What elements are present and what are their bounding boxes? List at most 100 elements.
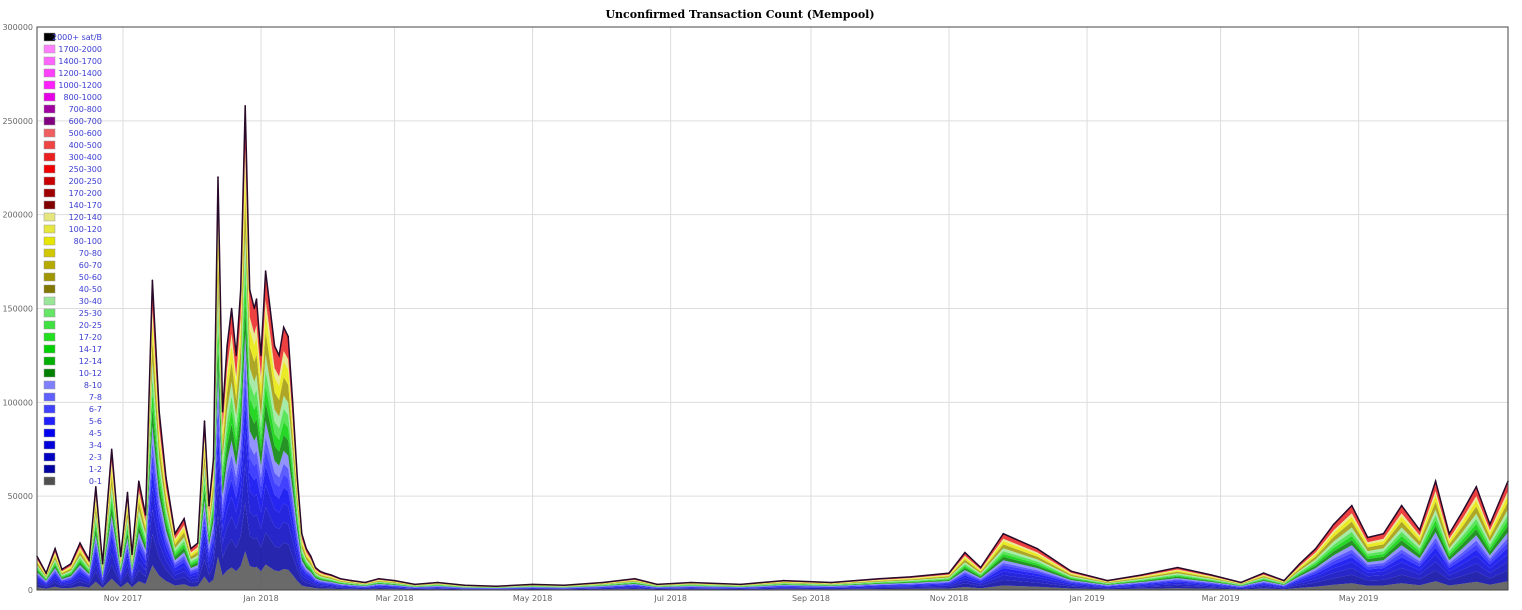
- legend-label: 0-1: [89, 477, 102, 486]
- legend-item[interactable]: 1700-2000: [43, 44, 102, 54]
- legend-swatch: [43, 200, 56, 210]
- total-point: [287, 335, 290, 338]
- total-point: [244, 105, 246, 107]
- total-point: [126, 491, 129, 494]
- legend-label: 1200-1400: [58, 69, 102, 78]
- total-point: [291, 401, 294, 404]
- legend-item[interactable]: 600-700: [43, 116, 102, 126]
- legend-swatch: [43, 452, 56, 462]
- total-point: [264, 270, 267, 272]
- total-point: [783, 579, 785, 582]
- legend-item[interactable]: 1200-1400: [43, 68, 102, 78]
- total-point: [158, 410, 160, 413]
- x-tick-label: May 2018: [513, 594, 552, 603]
- legend-item[interactable]: 400-500: [43, 140, 102, 150]
- total-point: [531, 583, 534, 586]
- legend-item[interactable]: 800-1000: [43, 92, 102, 102]
- legend-swatch: [43, 152, 56, 162]
- legend-label: 1400-1700: [58, 57, 102, 66]
- total-point: [690, 581, 692, 584]
- x-tick-label: Jan 2019: [1068, 594, 1104, 603]
- legend-swatch: [43, 44, 56, 54]
- total-point: [364, 581, 366, 584]
- legend-label: 800-1000: [63, 93, 102, 102]
- total-point: [1283, 579, 1285, 582]
- chart-title: Unconfirmed Transaction Count (Mempool): [605, 8, 874, 21]
- legend-swatch: [43, 404, 56, 414]
- legend-swatch: [43, 392, 56, 402]
- legend-item[interactable]: 500-600: [43, 128, 102, 138]
- y-tick-label: 150000: [2, 305, 33, 314]
- legend-item[interactable]: 170-200: [43, 188, 102, 198]
- total-point: [95, 486, 97, 488]
- total-point: [1366, 536, 1369, 539]
- legend-item[interactable]: 80-100: [43, 236, 102, 246]
- legend-swatch: [43, 116, 56, 126]
- total-point: [656, 583, 658, 586]
- legend-label: 20-25: [79, 321, 102, 330]
- legend-item[interactable]: 100-120: [43, 224, 102, 234]
- total-point: [319, 570, 321, 572]
- legend-label: 4-5: [89, 429, 102, 438]
- x-tick-label: Nov 2017: [104, 594, 143, 603]
- legend-label: 300-400: [69, 153, 102, 162]
- total-point: [563, 584, 566, 587]
- total-point: [119, 555, 122, 557]
- legend-swatch: [43, 368, 56, 378]
- total-point: [230, 307, 233, 310]
- y-axis-ticks: 0 50000 100000 150000 200000 250000 300000: [2, 23, 33, 595]
- total-point: [203, 420, 206, 422]
- y-tick-label: 0: [28, 586, 33, 595]
- legend-item[interactable]: 1400-1700: [43, 56, 102, 66]
- x-tick-label: Sep 2018: [792, 594, 830, 603]
- total-point: [1002, 532, 1005, 535]
- legend-swatch: [43, 176, 56, 186]
- total-point: [414, 583, 416, 586]
- total-point: [144, 514, 147, 516]
- legend-swatch: [43, 128, 56, 138]
- total-point: [830, 581, 833, 584]
- legend-item[interactable]: 1000-1200: [43, 80, 102, 90]
- legend-item[interactable]: 200-250: [43, 176, 102, 186]
- total-point: [1434, 480, 1437, 483]
- total-point: [377, 577, 380, 580]
- chart-svg: Unconfirmed Transaction Count (Mempool) …: [2, 8, 1509, 603]
- legend-swatch: [43, 260, 56, 270]
- total-point: [495, 585, 498, 587]
- legend-item[interactable]: 120-140: [43, 212, 102, 222]
- total-point: [330, 574, 333, 576]
- legend-swatch: [43, 428, 56, 438]
- x-tick-label: Jan 2018: [242, 594, 278, 603]
- legend-item[interactable]: 140-170: [43, 200, 102, 210]
- legend-item[interactable]: 300-400: [43, 152, 102, 162]
- total-point: [310, 555, 312, 557]
- legend-item[interactable]: 2000+ sat/B: [43, 32, 102, 42]
- total-point: [273, 345, 276, 347]
- total-point: [1262, 572, 1265, 574]
- total-point: [1448, 532, 1450, 535]
- legend-label: 170-200: [69, 189, 102, 198]
- total-point: [61, 568, 63, 571]
- legend-item[interactable]: 250-300: [43, 164, 102, 174]
- total-point: [1489, 523, 1491, 526]
- total-point: [350, 579, 353, 582]
- legend-swatch: [43, 236, 56, 246]
- legend-label: 100-120: [69, 225, 102, 234]
- total-point: [138, 480, 140, 483]
- legend-label: 1-2: [89, 465, 102, 474]
- total-point: [1106, 579, 1109, 582]
- legend-swatch: [43, 92, 56, 102]
- total-point: [1036, 547, 1039, 550]
- legend-item[interactable]: 700-800: [43, 104, 102, 114]
- total-point: [1418, 529, 1421, 531]
- total-point: [1351, 504, 1353, 507]
- legend-label: 14-17: [79, 345, 102, 354]
- total-point: [45, 572, 47, 574]
- legend-label: 250-300: [69, 165, 102, 174]
- total-point: [1382, 532, 1385, 535]
- total-point: [436, 581, 439, 584]
- total-point: [1210, 574, 1213, 576]
- total-point: [260, 354, 262, 357]
- legend-swatch: [43, 188, 56, 198]
- legend-label: 120-140: [69, 213, 102, 222]
